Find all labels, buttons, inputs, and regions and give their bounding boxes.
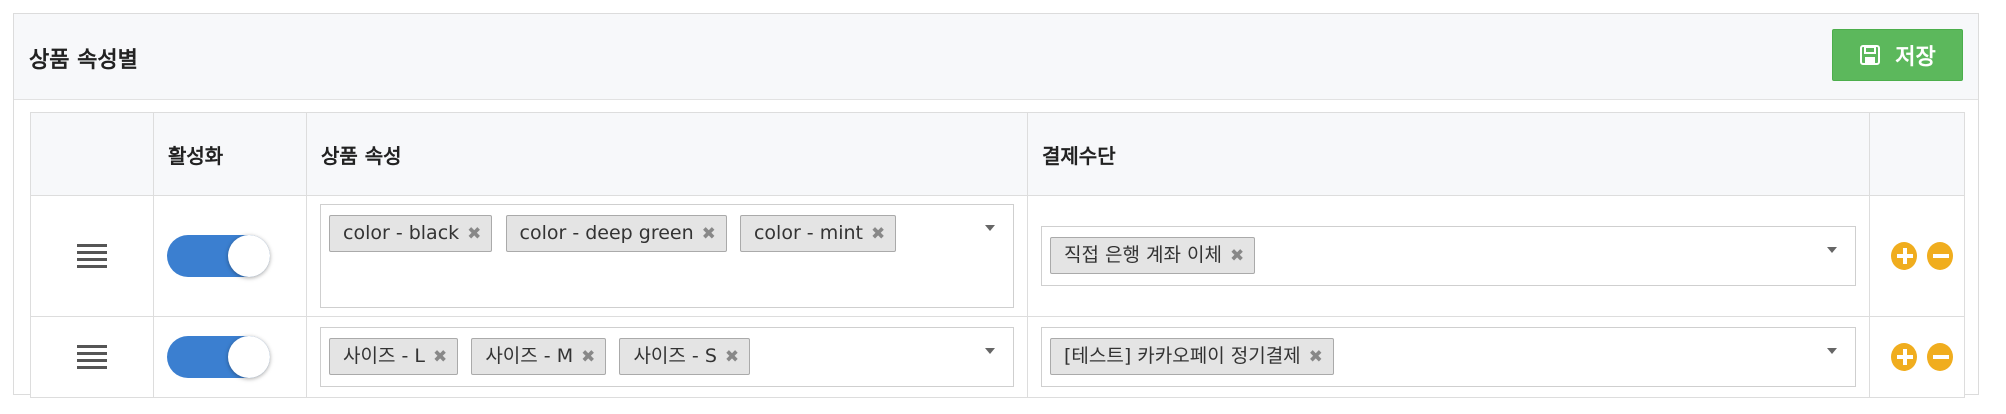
- plus-circle-icon[interactable]: [1891, 242, 1917, 270]
- attribute-select[interactable]: 사이즈 - L ✖ 사이즈 - M ✖ 사이즈 - S ✖: [320, 327, 1014, 387]
- drag-cell: [30, 195, 154, 317]
- close-icon[interactable]: ✖: [725, 346, 739, 368]
- attribute-tag: 사이즈 - S ✖: [619, 338, 751, 375]
- close-icon[interactable]: ✖: [1309, 346, 1323, 368]
- minus-circle-icon[interactable]: [1927, 242, 1953, 270]
- active-cell: [153, 316, 307, 398]
- tag-label: 직접 은행 계좌 이체: [1064, 244, 1222, 266]
- payment-tag: 직접 은행 계좌 이체 ✖: [1050, 237, 1256, 274]
- active-toggle[interactable]: [167, 235, 270, 277]
- attribute-cell: color - black ✖ color - deep green ✖ color…: [306, 195, 1028, 317]
- payment-tag: [테스트] 카카오페이 정기결제 ✖: [1050, 338, 1334, 375]
- save-button-label: 저장: [1895, 45, 1936, 70]
- row-actions: [1871, 242, 1963, 270]
- table-row: 사이즈 - L ✖ 사이즈 - M ✖ 사이즈 - S ✖ [테스트] 카카오페…: [30, 316, 1965, 398]
- actions-cell: [1869, 195, 1965, 317]
- drag-handle-icon[interactable]: [77, 244, 107, 268]
- floppy-disk-icon: [1859, 44, 1881, 66]
- chevron-down-icon[interactable]: [985, 348, 995, 354]
- column-header-drag: [30, 112, 154, 196]
- tag-label: 사이즈 - M: [485, 345, 574, 367]
- attribute-table: 활성화 상품 속성 결제수단 color - black ✖ color - d…: [30, 112, 1965, 398]
- payment-select[interactable]: [테스트] 카카오페이 정기결제 ✖: [1041, 327, 1856, 387]
- plus-circle-icon[interactable]: [1891, 343, 1917, 371]
- table-header-row: 활성화 상품 속성 결제수단: [30, 112, 1965, 196]
- tag-label: color - deep green: [519, 222, 694, 244]
- close-icon[interactable]: ✖: [467, 223, 481, 245]
- attribute-tag: 사이즈 - M ✖: [471, 338, 607, 375]
- save-button[interactable]: 저장: [1832, 29, 1963, 81]
- payment-cell: 직접 은행 계좌 이체 ✖: [1027, 195, 1870, 317]
- close-icon[interactable]: ✖: [871, 223, 885, 245]
- tag-label: color - black: [343, 222, 460, 244]
- tag-label: [테스트] 카카오페이 정기결제: [1064, 345, 1301, 367]
- column-header-actions: [1869, 112, 1965, 196]
- attribute-tag: color - black ✖: [329, 215, 493, 252]
- attribute-select[interactable]: color - black ✖ color - deep green ✖ color…: [320, 204, 1014, 308]
- attribute-tag: 사이즈 - L ✖: [329, 338, 459, 375]
- attribute-tag: color - deep green ✖: [505, 215, 727, 252]
- active-toggle[interactable]: [167, 336, 270, 378]
- close-icon[interactable]: ✖: [433, 346, 447, 368]
- tag-label: 사이즈 - L: [343, 345, 425, 367]
- attribute-cell: 사이즈 - L ✖ 사이즈 - M ✖ 사이즈 - S ✖: [306, 316, 1028, 398]
- close-icon[interactable]: ✖: [702, 223, 716, 245]
- column-header-attribute: 상품 속성: [306, 112, 1028, 196]
- panel-title: 상품 속성별: [29, 48, 138, 73]
- panel-header: 상품 속성별 저장: [14, 14, 1978, 100]
- chevron-down-icon[interactable]: [1827, 247, 1837, 253]
- drag-cell: [30, 316, 154, 398]
- actions-cell: [1869, 316, 1965, 398]
- row-actions: [1871, 343, 1963, 371]
- toggle-knob: [228, 336, 270, 378]
- tag-label: color - mint: [753, 222, 863, 244]
- drag-handle-icon[interactable]: [77, 345, 107, 369]
- attribute-tag: color - mint ✖: [739, 215, 897, 252]
- payment-select[interactable]: 직접 은행 계좌 이체 ✖: [1041, 226, 1856, 286]
- column-header-payment: 결제수단: [1027, 112, 1870, 196]
- minus-circle-icon[interactable]: [1927, 343, 1953, 371]
- payment-cell: [테스트] 카카오페이 정기결제 ✖: [1027, 316, 1870, 398]
- toggle-knob: [228, 235, 270, 277]
- chevron-down-icon[interactable]: [1827, 348, 1837, 354]
- tag-label: 사이즈 - S: [633, 345, 717, 367]
- close-icon[interactable]: ✖: [581, 346, 595, 368]
- close-icon[interactable]: ✖: [1230, 245, 1244, 267]
- attribute-panel: 상품 속성별 저장 활성화 상품 속성 결제수단 color - black ✖…: [13, 13, 1979, 398]
- table-row: color - black ✖ color - deep green ✖ color…: [30, 195, 1965, 317]
- chevron-down-icon[interactable]: [985, 225, 995, 231]
- column-header-active: 활성화: [153, 112, 307, 196]
- active-cell: [153, 195, 307, 317]
